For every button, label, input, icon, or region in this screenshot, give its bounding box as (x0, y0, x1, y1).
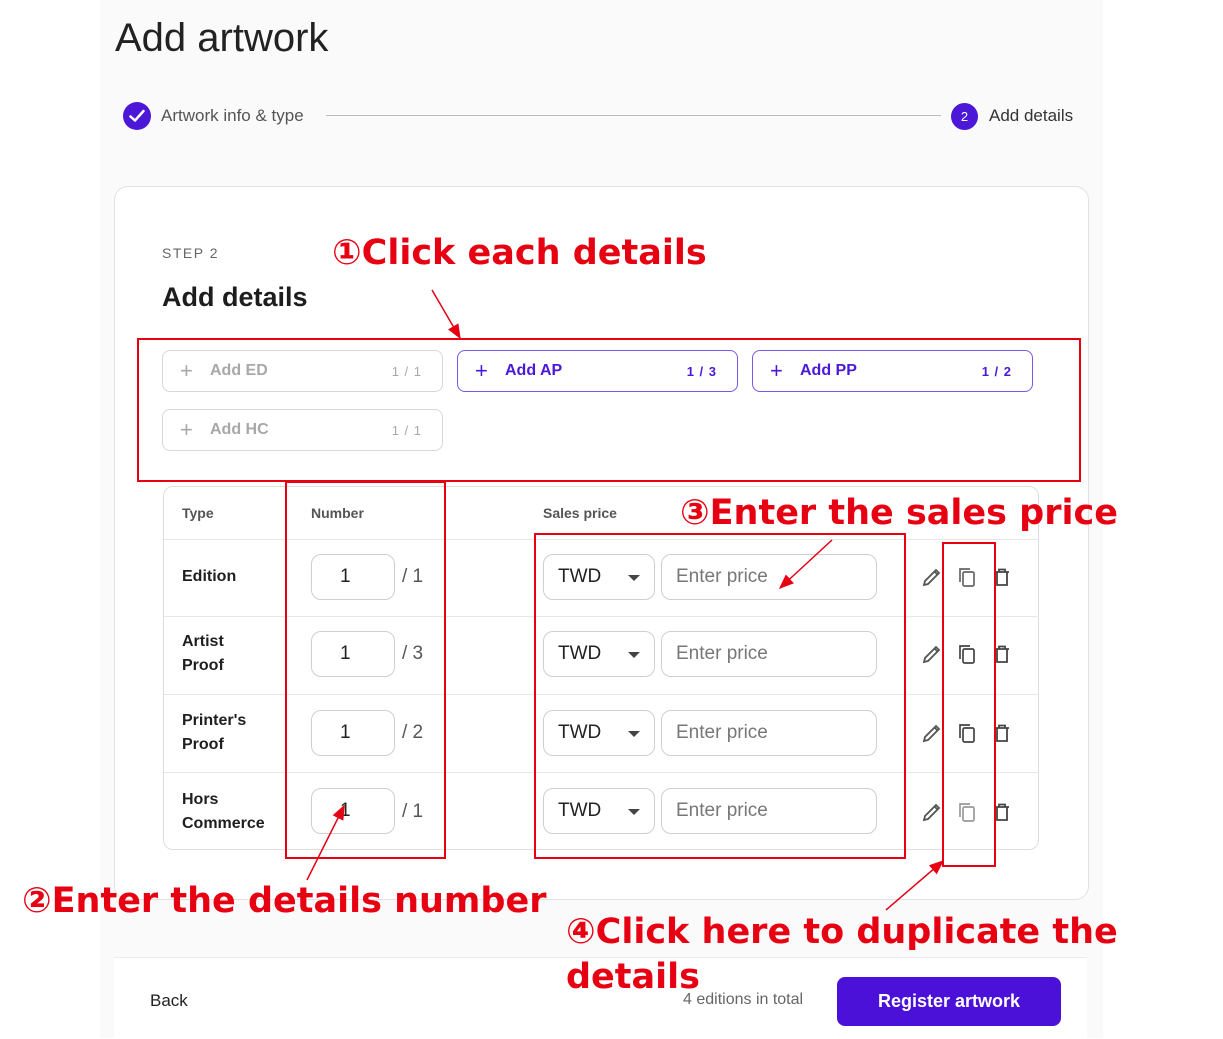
type-line-2: Proof (182, 657, 224, 674)
annotation-box-number (285, 481, 446, 859)
edit-icon[interactable] (921, 801, 943, 823)
step-complete-check-icon (123, 102, 151, 130)
column-header-type: Type (182, 505, 214, 521)
register-artwork-button[interactable]: Register artwork (837, 977, 1061, 1026)
annotation-box-duplicate (942, 542, 996, 867)
annotation-step-2: ②Enter the details number (22, 881, 547, 921)
annotation-step-1: ①Click each details (332, 233, 707, 273)
step-2-number: 2 (951, 103, 978, 130)
card-title: Add details (162, 282, 308, 312)
type-cell: Printer's Proof (182, 709, 292, 757)
type-cell: Hors Commerce (182, 788, 292, 836)
back-button[interactable]: Back (150, 991, 188, 1011)
annotation-box-add-buttons (137, 338, 1081, 482)
type-cell: Artist Proof (182, 630, 292, 678)
annotation-step-4-line-2: details (566, 957, 700, 997)
step-1-label[interactable]: Artwork info & type (161, 106, 304, 126)
annotation-box-price (534, 533, 906, 859)
edit-icon[interactable] (921, 643, 943, 665)
type-cell: Edition (182, 565, 292, 589)
step-tag: STEP 2 (162, 245, 219, 261)
type-line-1: Printer's (182, 712, 247, 729)
editions-total: 4 editions in total (683, 991, 804, 1008)
annotation-step-3: ③Enter the sales price (680, 493, 1118, 533)
edit-icon[interactable] (921, 722, 943, 744)
annotation-step-4-line-1: ④Click here to duplicate the (566, 912, 1118, 952)
step-2-label: Add details (989, 106, 1074, 125)
type-line-1: Edition (182, 568, 237, 585)
type-line-1: Hors (182, 791, 219, 808)
page-title: Add artwork (115, 16, 329, 60)
stepper-connector (326, 115, 941, 116)
edit-icon[interactable] (921, 566, 943, 588)
type-line-2: Commerce (182, 815, 265, 832)
type-line-2: Proof (182, 736, 224, 753)
column-header-sales-price: Sales price (543, 505, 617, 521)
type-line-1: Artist (182, 633, 224, 650)
